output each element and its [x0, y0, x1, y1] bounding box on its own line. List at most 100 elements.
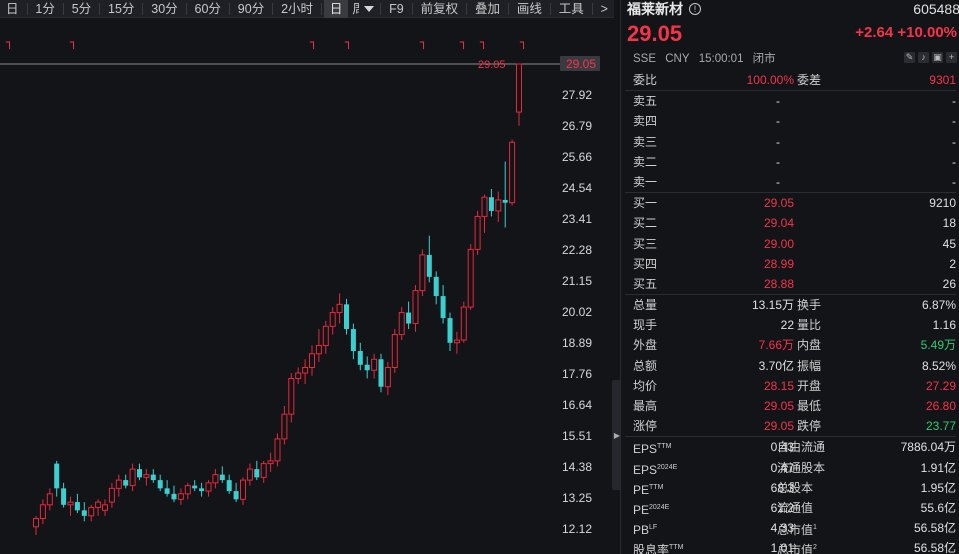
candle-body — [267, 460, 274, 465]
candle-body — [453, 339, 460, 344]
candle-body — [295, 372, 302, 379]
toolbar-divider — [549, 2, 551, 15]
fundamental-label: 自由流通 — [777, 437, 825, 457]
candle-body — [233, 491, 239, 500]
stat-label: 最低 — [797, 399, 822, 413]
fundamental-label: 总股本 — [777, 478, 813, 498]
ask-volume: - — [952, 174, 956, 189]
toolbar-tool-0[interactable]: F9 — [383, 0, 410, 18]
ask-level-label: 卖一 — [633, 174, 658, 189]
edit-icon[interactable]: ✎ — [904, 52, 915, 63]
stock-name: 福莱新材 — [627, 1, 683, 17]
fundamental-label-superscript: 2 — [813, 544, 817, 552]
y-tick-label: 12.12 — [562, 522, 592, 536]
stat-value: 13.15万 — [751, 298, 794, 313]
bid-row: 买二 29.04 18 — [621, 213, 959, 233]
ask-level-label: 卖二 — [633, 154, 658, 169]
toolbar-divider — [142, 2, 144, 15]
candle-body — [46, 493, 53, 506]
stat-label: 跌停 — [797, 419, 822, 434]
stat-value: 29.05 — [763, 419, 794, 434]
fundamental-label-text: 流通值 — [777, 500, 814, 515]
candle-body — [171, 493, 177, 500]
period-tab-0[interactable]: 日 — [0, 0, 25, 18]
ask-price: - — [776, 174, 780, 189]
period-dropdown-button[interactable] — [359, 0, 378, 18]
fundamental-label-text: 总股本 — [777, 480, 814, 495]
ask-volume: - — [952, 134, 956, 149]
candle-body — [336, 303, 343, 314]
y-tick-label: 24.54 — [562, 181, 592, 195]
candle-body — [364, 364, 370, 371]
period-tab-8[interactable]: 日 — [323, 0, 349, 18]
stat-label: 最高 — [633, 399, 658, 413]
period-tab-4[interactable]: 30分 — [145, 0, 183, 18]
period-tab-6[interactable]: 90分 — [232, 0, 270, 18]
candle-body — [509, 141, 516, 204]
y-tick-label: 20.02 — [562, 305, 592, 319]
bell-icon[interactable]: ♪ — [918, 52, 929, 63]
fundamental-label: 股息率TTM — [633, 538, 683, 554]
add-icon[interactable]: + — [946, 52, 957, 63]
toolbar-tool-2[interactable]: 叠加 — [469, 0, 506, 18]
ask-level-label: 卖五 — [633, 94, 658, 109]
period-tab-7[interactable]: 2小时 — [275, 0, 319, 18]
candle-body — [33, 518, 39, 528]
lock-icon[interactable]: ▣ — [932, 52, 943, 63]
candle-body — [212, 474, 219, 484]
y-tick-label: 23.41 — [562, 212, 592, 226]
info-icon[interactable]: ! — [689, 3, 701, 15]
candle-body — [502, 199, 508, 203]
currency-label: CNY — [665, 53, 690, 65]
toolbar-divider — [272, 2, 274, 15]
bid-volume: 2 — [949, 256, 956, 271]
candle-body — [433, 276, 439, 297]
candle-body — [95, 501, 102, 509]
stat-label: 总量 — [633, 298, 658, 313]
period-tab-2[interactable]: 5分 — [66, 0, 97, 18]
stat-value: 27.29 — [925, 378, 956, 393]
last-price: 29.05 — [627, 21, 683, 46]
stat-value: 23.77 — [925, 419, 956, 434]
candle-body — [274, 438, 281, 462]
toolbar-tool-1[interactable]: 前复权 — [415, 0, 465, 18]
y-tick-label: 16.64 — [562, 398, 592, 412]
toolbar-more-button[interactable]: > — [595, 0, 614, 18]
toolbar-tool-4[interactable]: 工具 — [553, 0, 590, 18]
panel-actions: ✎ ♪ ▣ + — [904, 52, 957, 63]
bid-row: 买一 29.05 9210 — [621, 193, 959, 213]
stat-label: 外盘 — [633, 338, 658, 353]
toolbar-tool-3[interactable]: 画线 — [511, 0, 548, 18]
candle-body — [440, 296, 446, 319]
stat-row: 总额 3.70亿 振幅 8.52% — [621, 356, 959, 376]
period-tab-3[interactable]: 15分 — [102, 0, 140, 18]
fundamental-label-superscript: 2024E — [649, 503, 670, 511]
quote-table: 委比 100.00% 委差 9301 卖五 - - 卖四 - - 卖三 - - 卖二 - - 卖一 - - 买一 29.… — [621, 70, 959, 554]
bid-price: 28.99 — [763, 256, 794, 271]
fundamental-label: PE2024E — [633, 498, 669, 520]
period-tab-1[interactable]: 1分 — [29, 0, 60, 18]
kline-chart[interactable]: 27.92 26.79 25.66 24.54 23.41 22.28 21.15 20.02… — [0, 18, 622, 554]
candle-body — [344, 304, 349, 330]
period-tab-5[interactable]: 60分 — [189, 0, 227, 18]
signal-marker: ┐ — [459, 35, 467, 49]
fundamental-row: PE2024E 61.2 流通值 55.6亿 — [621, 498, 959, 518]
candle-body — [384, 366, 391, 388]
fundamental-row: PBLF 4.33 总市值1 56.58亿 — [621, 518, 959, 538]
stat-value: 22 — [780, 318, 794, 333]
quote-time: 15:00:01 — [698, 53, 744, 65]
stat-value: 29.05 — [763, 399, 794, 413]
candle-body — [495, 199, 502, 212]
period-tab-9[interactable]: 周 — [348, 0, 359, 18]
ask-row: 卖三 - - — [621, 132, 959, 152]
bid-row: 买四 28.99 2 — [621, 254, 959, 274]
signal-marker: ┐ — [344, 35, 352, 49]
toolbar-divider — [99, 2, 100, 15]
fundamental-label-text: 总市值 — [777, 523, 814, 538]
fundamental-label-text: 股息率 — [633, 543, 670, 554]
y-tick-label: 25.66 — [562, 150, 592, 164]
candle-body — [391, 334, 398, 368]
candlestick-chart-svg[interactable]: 27.92 26.79 25.66 24.54 23.41 22.28 21.15 20.02… — [0, 18, 614, 554]
stat-label: 开盘 — [797, 378, 822, 393]
stat-value: 1.16 — [932, 318, 956, 333]
